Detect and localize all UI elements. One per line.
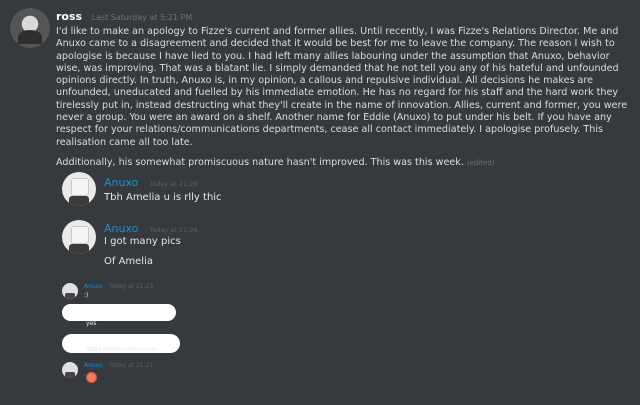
timestamp: Today at 21:26 (149, 226, 198, 234)
message-header: Anuxo Today at 21:21 (84, 362, 153, 369)
message-text: I got many pics (104, 236, 181, 247)
avatar[interactable] (62, 172, 96, 206)
avatar[interactable] (62, 283, 78, 299)
username[interactable]: ross (56, 10, 82, 23)
message-header: Anuxo Today at 21:26 (104, 217, 198, 236)
username[interactable]: Anuxo (104, 222, 138, 235)
message-paragraph: Additionally, his somewhat promiscuous n… (56, 156, 495, 168)
timestamp: Today at 21:21 (108, 362, 154, 369)
message-header: Anuxo Today at 21:26 (104, 171, 198, 190)
username[interactable]: Anuxo (104, 176, 138, 189)
avatar[interactable] (62, 362, 78, 378)
avatar[interactable] (62, 220, 96, 254)
edited-label: (edited) (466, 158, 495, 167)
message-text: yes (86, 320, 97, 327)
username[interactable]: Anuxo (84, 362, 103, 369)
message-header: ross Last Saturday at 5:21 PM (56, 10, 192, 23)
message-text: Baby mmmmmmmmm (86, 346, 156, 353)
message-text: Tbh Amelia u is rlly thic (104, 192, 222, 203)
message-body: I'd like to make an apology to Fizze's c… (56, 26, 634, 177)
message-text: Of Amelia (104, 256, 153, 267)
peach-emoji-icon (86, 372, 97, 383)
redaction-blob (62, 304, 176, 321)
timestamp: Today at 21:26 (149, 180, 198, 188)
message-paragraph: I'd like to make an apology to Fizze's c… (56, 26, 628, 148)
username[interactable]: Anuxo (84, 283, 103, 290)
message-text: :) (84, 292, 89, 299)
message-header: Anuxo Today at 21:23 (84, 283, 153, 290)
timestamp: Today at 21:23 (108, 283, 154, 290)
timestamp: Last Saturday at 5:21 PM (91, 13, 193, 22)
avatar[interactable] (10, 8, 50, 48)
